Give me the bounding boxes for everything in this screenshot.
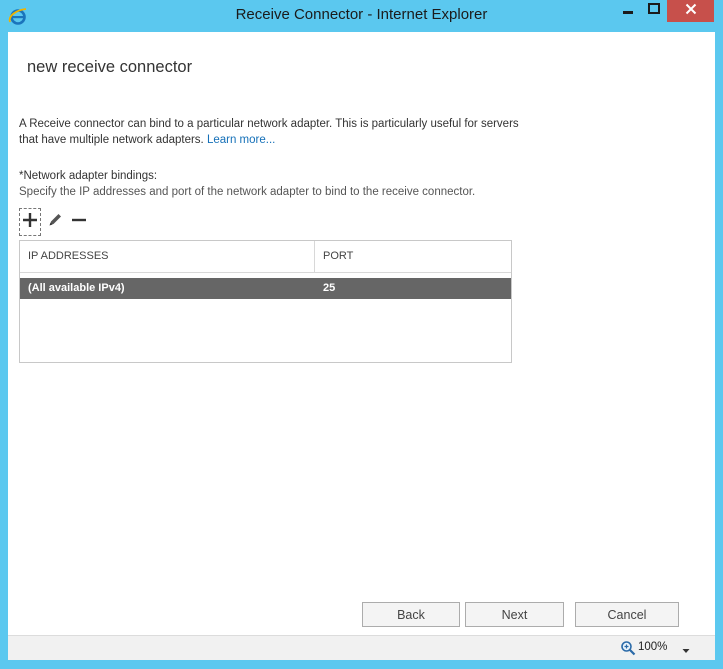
browser-window: Receive Connector - Internet Explorer ne… — [0, 0, 723, 669]
page-title: new receive connector — [27, 58, 193, 76]
edit-binding-button[interactable] — [44, 208, 66, 236]
maximize-button[interactable] — [641, 0, 667, 22]
port-cell: 25 — [323, 282, 336, 294]
table-row[interactable]: (All available IPv4) 25 — [20, 278, 511, 299]
maximize-icon — [648, 2, 660, 20]
title-bar[interactable]: Receive Connector - Internet Explorer — [0, 0, 723, 32]
status-bar: 100% — [8, 635, 715, 660]
column-header-ip-addresses[interactable]: IP ADDRESSES — [20, 241, 315, 272]
bindings-label: *Network adapter bindings: — [19, 170, 158, 182]
table-header: IP ADDRESSES PORT — [20, 241, 511, 273]
learn-more-link[interactable]: Learn more... — [207, 134, 275, 146]
bindings-table: IP ADDRESSES PORT (All available IPv4) 2… — [19, 240, 512, 363]
bindings-help-text: Specify the IP addresses and port of the… — [19, 186, 476, 198]
pencil-icon — [47, 212, 63, 233]
close-button[interactable] — [667, 0, 714, 22]
bindings-toolbar — [19, 208, 99, 236]
close-icon — [685, 2, 697, 20]
next-button[interactable]: Next — [465, 602, 564, 627]
add-binding-button[interactable] — [19, 208, 41, 236]
zoom-level[interactable]: 100% — [638, 641, 667, 653]
minimize-button[interactable] — [614, 0, 641, 22]
page-content: new receive connector A Receive connecto… — [8, 32, 715, 635]
remove-binding-button[interactable] — [68, 208, 90, 236]
ip-address-cell: (All available IPv4) — [28, 282, 125, 294]
minus-icon — [71, 212, 87, 233]
minimize-icon — [622, 2, 634, 20]
plus-icon — [22, 212, 38, 233]
chevron-down-icon[interactable] — [681, 643, 691, 653]
column-header-port[interactable]: PORT — [315, 241, 511, 272]
back-button[interactable]: Back — [362, 602, 460, 627]
cancel-button[interactable]: Cancel — [575, 602, 679, 627]
description-text: A Receive connector can bind to a partic… — [19, 116, 519, 148]
zoom-icon[interactable] — [620, 640, 636, 656]
